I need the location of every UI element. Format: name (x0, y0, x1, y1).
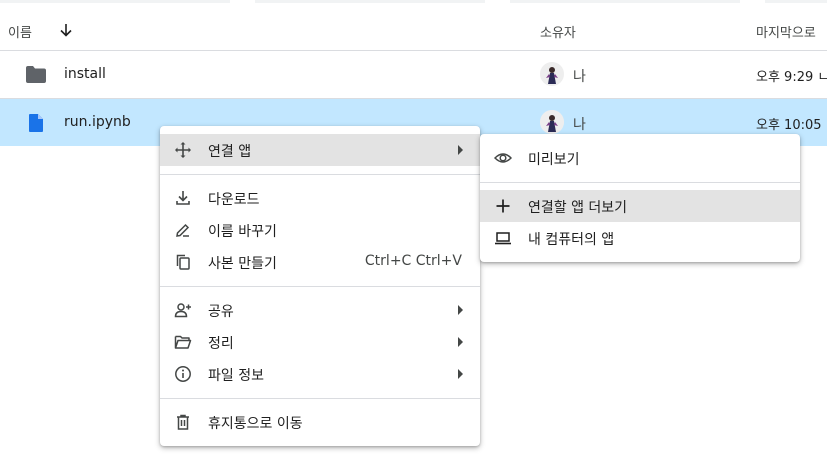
menu-item-file-info[interactable]: 파일 정보 (160, 358, 480, 390)
folder-open-icon (174, 335, 192, 349)
modified-time: 오후 9:29 ㄴ (756, 70, 827, 85)
move-icon (175, 142, 191, 158)
menu-item-label: 휴지통으로 이동 (208, 416, 303, 432)
menu-item-label: 사본 만들기 (208, 256, 277, 272)
menu-item-open-with[interactable]: 연결 앱 (160, 134, 480, 166)
eye-icon (494, 153, 512, 163)
column-name[interactable]: 이름 (8, 22, 32, 41)
trash-icon (177, 414, 189, 430)
copy-icon (176, 254, 190, 270)
menu-item-share[interactable]: 공유 (160, 294, 480, 326)
caret-right-icon (458, 145, 463, 155)
divider (160, 398, 480, 399)
folder-icon (26, 66, 46, 83)
menu-item-move-to-trash[interactable]: 휴지통으로 이동 (160, 406, 480, 438)
submenu-item-computer-apps[interactable]: 내 컴퓨터의 앱 (480, 222, 800, 254)
caret-right-icon (458, 337, 463, 347)
column-modified[interactable]: 마지막으로 (756, 22, 816, 41)
table-row[interactable]: install 나 오후 9:29 ㄴ (0, 51, 827, 99)
laptop-icon (495, 232, 511, 245)
owner-label: 나 (573, 117, 586, 133)
share-icon (174, 303, 191, 318)
divider (160, 286, 480, 287)
menu-item-label: 연결할 앱 더보기 (528, 200, 628, 216)
menu-item-label: 연결 앱 (208, 144, 252, 160)
menu-item-label: 다운로드 (208, 192, 260, 208)
divider (480, 182, 800, 183)
shortcut-hint: Ctrl+C Ctrl+V (364, 253, 462, 269)
plus-icon (496, 199, 510, 213)
avatar (540, 62, 564, 86)
menu-item-label: 이름 바꾸기 (208, 224, 277, 240)
caret-right-icon (458, 305, 463, 315)
divider (160, 174, 480, 175)
open-with-submenu: 미리보기 연결할 앱 더보기 내 컴퓨터의 앱 (480, 134, 800, 262)
submenu-item-preview[interactable]: 미리보기 (480, 142, 800, 174)
file-icon (29, 114, 43, 132)
owner-label: 나 (573, 69, 586, 85)
file-name: install (64, 66, 106, 82)
caret-right-icon (458, 369, 463, 379)
menu-item-label: 미리보기 (528, 152, 580, 168)
menu-item-make-copy[interactable]: 사본 만들기 Ctrl+C Ctrl+V (160, 246, 480, 278)
download-icon (176, 191, 190, 205)
context-menu: 연결 앱 다운로드 이름 바꾸기 사본 만들기 Ctrl+C Ctrl+V 공유… (160, 126, 480, 446)
column-owner[interactable]: 소유자 (540, 22, 576, 41)
arrow-down-icon[interactable] (58, 22, 74, 38)
menu-item-label: 내 컴퓨터의 앱 (528, 232, 615, 248)
menu-item-download[interactable]: 다운로드 (160, 182, 480, 214)
menu-item-label: 정리 (208, 336, 234, 352)
file-name: run.ipynb (64, 114, 131, 130)
top-bar-fade (0, 0, 827, 3)
info-icon (175, 366, 191, 382)
file-list-header: 이름 소유자 마지막으로 (0, 10, 827, 51)
menu-item-organize[interactable]: 정리 (160, 326, 480, 358)
submenu-item-connect-more-apps[interactable]: 연결할 앱 더보기 (480, 190, 800, 222)
avatar (540, 110, 564, 134)
menu-item-rename[interactable]: 이름 바꾸기 (160, 214, 480, 246)
rename-icon (176, 223, 190, 237)
menu-item-label: 공유 (208, 304, 234, 320)
menu-item-label: 파일 정보 (208, 368, 264, 384)
modified-time: 오후 10:05 (756, 118, 822, 133)
